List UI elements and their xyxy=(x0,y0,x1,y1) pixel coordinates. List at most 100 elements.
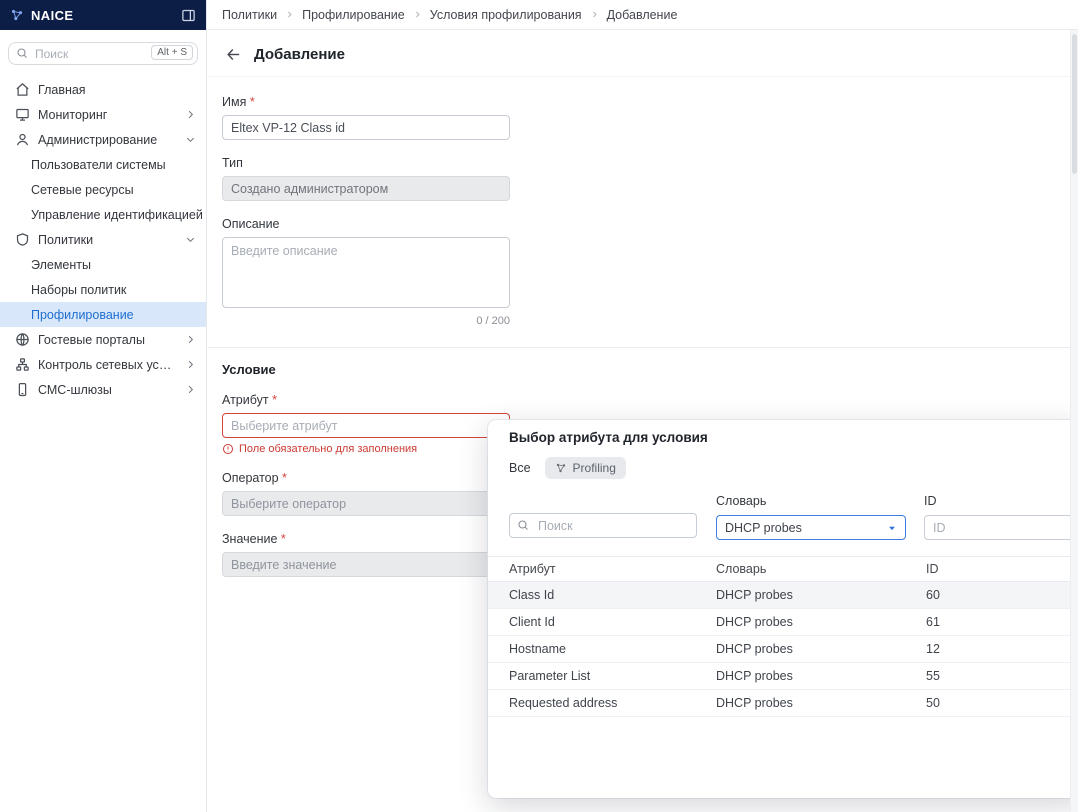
section-divider xyxy=(208,347,1078,348)
attribute-input[interactable] xyxy=(222,413,510,438)
name-label: Имя * xyxy=(222,95,1078,109)
cell-dictionary: DHCP probes xyxy=(716,669,926,683)
page-scrollbar[interactable] xyxy=(1070,30,1078,812)
sidebar-item-network-resources[interactable]: Сетевые ресурсы xyxy=(0,177,206,202)
table-row-parameter-list[interactable]: Parameter List DHCP probes 55 xyxy=(488,663,1078,690)
type-label: Тип xyxy=(222,156,1078,170)
breadcrumb-profiling-conditions[interactable]: Условия профилирования xyxy=(430,8,582,22)
cell-dictionary: DHCP probes xyxy=(716,615,926,629)
chevron-right-icon xyxy=(185,109,196,120)
required-asterisk: * xyxy=(272,393,277,407)
cell-dictionary: DHCP probes xyxy=(716,588,926,602)
app-header: NAICE xyxy=(0,0,206,30)
modal-search-input[interactable] xyxy=(509,513,697,538)
page-title: Добавление xyxy=(254,46,345,63)
cell-id: 50 xyxy=(926,696,1078,710)
sidebar-item-label: Элементы xyxy=(31,258,91,272)
required-asterisk: * xyxy=(250,95,255,109)
cell-attribute: Class Id xyxy=(509,588,716,602)
breadcrumb-profiling[interactable]: Профилирование xyxy=(302,8,405,22)
table-row-client-id[interactable]: Client Id DHCP probes 61 xyxy=(488,609,1078,636)
cell-id: 55 xyxy=(926,669,1078,683)
table-row-requested-address[interactable]: Requested address DHCP probes 50 xyxy=(488,690,1078,717)
required-asterisk: * xyxy=(282,471,287,485)
sidebar-item-label: Профилирование xyxy=(31,308,134,322)
chevron-down-icon xyxy=(185,234,196,245)
sidebar-item-monitoring[interactable]: Мониторинг xyxy=(0,102,206,127)
sidebar-item-sms-gateways[interactable]: СМС-шлюзы xyxy=(0,377,206,402)
description-counter: 0 / 200 xyxy=(222,315,510,327)
sidebar-item-label: Администрирование xyxy=(38,133,177,147)
dictionary-filter: Словарь DHCP probes xyxy=(716,494,906,540)
sidebar-item-elements[interactable]: Элементы xyxy=(0,252,206,277)
dictionary-select[interactable]: DHCP probes xyxy=(716,515,906,540)
app-root: NAICE Alt + S Главная Мониторинг xyxy=(0,0,1078,812)
cell-attribute: Client Id xyxy=(509,615,716,629)
sidebar-item-label: Управление идентификацией xyxy=(31,208,203,222)
description-textarea[interactable] xyxy=(222,237,510,308)
attribute-input-wrap xyxy=(222,413,510,438)
back-button[interactable] xyxy=(224,45,242,63)
sidebar-item-policies[interactable]: Политики xyxy=(0,227,206,252)
id-input[interactable] xyxy=(924,515,1078,540)
sidebar-item-home[interactable]: Главная xyxy=(0,77,206,102)
search-icon xyxy=(517,519,529,531)
chevron-right-icon xyxy=(285,10,294,19)
chevron-right-icon xyxy=(413,10,422,19)
sidebar-item-policy-sets[interactable]: Наборы политик xyxy=(0,277,206,302)
sidebar-item-profiling[interactable]: Профилирование xyxy=(0,302,206,327)
field-description: Описание 0 / 200 xyxy=(222,217,1078,327)
table-row-class-id[interactable]: Class Id DHCP probes 60 xyxy=(488,582,1078,609)
header-dictionary: Словарь xyxy=(716,562,926,576)
name-input[interactable] xyxy=(222,115,510,140)
tab-profiling[interactable]: Profiling xyxy=(545,457,626,479)
error-text: Поле обязательно для заполнения xyxy=(239,443,417,455)
value-input xyxy=(222,552,510,577)
chevron-right-icon xyxy=(185,359,196,370)
cell-attribute: Hostname xyxy=(509,642,716,656)
label-text: Атрибут xyxy=(222,393,269,407)
header-attribute: Атрибут xyxy=(509,562,716,576)
id-filter: ID xyxy=(924,494,1078,540)
breadcrumb-policies[interactable]: Политики xyxy=(222,8,277,22)
cell-attribute: Requested address xyxy=(509,696,716,710)
chevron-right-icon xyxy=(185,334,196,345)
sidebar: NAICE Alt + S Главная Мониторинг xyxy=(0,0,207,812)
modal-title: Выбор атрибута для условия xyxy=(509,430,708,445)
sidebar-item-identity[interactable]: Управление идентификацией xyxy=(0,202,206,227)
sidebar-item-label: Контроль сетевых устро... xyxy=(38,358,177,372)
sidebar-item-label: Главная xyxy=(38,83,196,97)
app-logo-icon xyxy=(10,8,24,22)
attribute-picker-modal: Выбор атрибута для условия Все Profiling… xyxy=(488,420,1078,798)
chevron-right-icon xyxy=(185,384,196,395)
label-text: Значение xyxy=(222,532,277,546)
label-text: Имя xyxy=(222,95,246,109)
modal-search xyxy=(509,513,697,538)
chevron-right-icon xyxy=(590,10,599,19)
sidebar-collapse-icon[interactable] xyxy=(181,8,196,23)
sidebar-item-label: СМС-шлюзы xyxy=(38,383,177,397)
globe-icon xyxy=(14,332,30,348)
tab-all[interactable]: Все xyxy=(509,461,531,475)
cell-dictionary: DHCP probes xyxy=(716,642,926,656)
sidebar-item-device-control[interactable]: Контроль сетевых устро... xyxy=(0,352,206,377)
cell-attribute: Parameter List xyxy=(509,669,716,683)
monitor-icon xyxy=(14,107,30,123)
sidebar-item-guest-portals[interactable]: Гостевые порталы xyxy=(0,327,206,352)
attribute-table: Атрибут Словарь ID Class Id DHCP probes … xyxy=(488,556,1078,717)
scrollbar-thumb[interactable] xyxy=(1072,34,1077,174)
error-icon xyxy=(222,443,234,455)
field-type: Тип xyxy=(222,156,1078,201)
sidebar-item-users[interactable]: Пользователи системы xyxy=(0,152,206,177)
table-row-hostname[interactable]: Hostname DHCP probes 12 xyxy=(488,636,1078,663)
sidebar-item-label: Мониторинг xyxy=(38,108,177,122)
breadcrumb: Политики Профилирование Условия профилир… xyxy=(208,0,1078,30)
field-name: Имя * xyxy=(222,95,1078,140)
condition-section-title: Условие xyxy=(222,362,1078,377)
sitemap-icon xyxy=(14,357,30,373)
sidebar-item-administration[interactable]: Администрирование xyxy=(0,127,206,152)
user-icon xyxy=(14,132,30,148)
cell-dictionary: DHCP probes xyxy=(716,696,926,710)
label-text: Оператор xyxy=(222,471,279,485)
app-title: NAICE xyxy=(31,8,73,23)
